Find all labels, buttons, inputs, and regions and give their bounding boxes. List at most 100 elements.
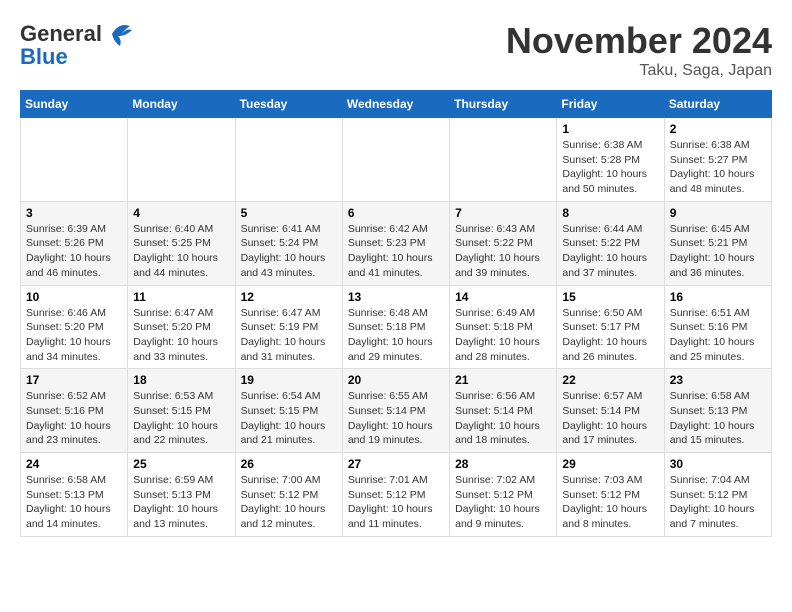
calendar-day-cell: 3Sunrise: 6:39 AM Sunset: 5:26 PM Daylig… — [21, 201, 128, 285]
day-number: 18 — [133, 373, 229, 387]
calendar-day-cell: 15 Sunrise: 6:50 AM Sunset: 5:17 PM Dayli… — [557, 285, 664, 369]
calendar-day-cell: 24 Sunrise: 6:58 AM Sunset: 5:13 PM Dayli… — [21, 453, 128, 537]
calendar-day-cell: 6Sunrise: 6:42 AM Sunset: 5:23 PM Daylig… — [342, 201, 449, 285]
day-info: Sunrise: 6:40 AM Sunset: 5:25 PM Dayligh… — [133, 222, 229, 281]
location: Taku, Saga, Japan — [506, 62, 772, 80]
day-info: Sunrise: 7:01 AM Sunset: 5:12 PM Dayligh… — [348, 473, 444, 532]
calendar-day-cell: 27 Sunrise: 7:01 AM Sunset: 5:12 PM Dayli… — [342, 453, 449, 537]
page-header: General Blue November 2024 Taku, Saga, J… — [20, 20, 772, 80]
calendar-day-cell: 28 Sunrise: 7:02 AM Sunset: 5:12 PM Dayli… — [450, 453, 557, 537]
weekday-header-cell: Tuesday — [235, 91, 342, 118]
logo: General Blue — [20, 20, 134, 70]
calendar-day-cell — [235, 118, 342, 202]
calendar-day-cell: 23 Sunrise: 6:58 AM Sunset: 5:13 PM Dayli… — [664, 369, 771, 453]
day-info: Sunrise: 6:48 AM Sunset: 5:18 PM Dayligh… — [348, 306, 444, 365]
day-number: 29 — [562, 457, 658, 471]
calendar-day-cell: 19 Sunrise: 6:54 AM Sunset: 5:15 PM Dayli… — [235, 369, 342, 453]
day-info: Sunrise: 6:38 AM Sunset: 5:28 PM Dayligh… — [562, 138, 658, 197]
weekday-header-cell: Friday — [557, 91, 664, 118]
day-info: Sunrise: 6:58 AM Sunset: 5:13 PM Dayligh… — [670, 389, 766, 448]
day-number: 21 — [455, 373, 551, 387]
day-info: Sunrise: 6:38 AM Sunset: 5:27 PM Dayligh… — [670, 138, 766, 197]
day-number: 3 — [26, 206, 122, 220]
day-number: 30 — [670, 457, 766, 471]
day-number: 20 — [348, 373, 444, 387]
weekday-header-cell: Sunday — [21, 91, 128, 118]
day-number: 5 — [241, 206, 337, 220]
day-number: 25 — [133, 457, 229, 471]
day-info: Sunrise: 6:59 AM Sunset: 5:13 PM Dayligh… — [133, 473, 229, 532]
day-number: 2 — [670, 122, 766, 136]
day-info: Sunrise: 6:54 AM Sunset: 5:15 PM Dayligh… — [241, 389, 337, 448]
calendar-day-cell: 7Sunrise: 6:43 AM Sunset: 5:22 PM Daylig… — [450, 201, 557, 285]
day-number: 28 — [455, 457, 551, 471]
day-info: Sunrise: 7:03 AM Sunset: 5:12 PM Dayligh… — [562, 473, 658, 532]
calendar-day-cell — [21, 118, 128, 202]
day-number: 1 — [562, 122, 658, 136]
title-block: November 2024 Taku, Saga, Japan — [506, 20, 772, 80]
day-info: Sunrise: 6:57 AM Sunset: 5:14 PM Dayligh… — [562, 389, 658, 448]
day-number: 11 — [133, 290, 229, 304]
day-number: 9 — [670, 206, 766, 220]
day-info: Sunrise: 7:04 AM Sunset: 5:12 PM Dayligh… — [670, 473, 766, 532]
day-number: 23 — [670, 373, 766, 387]
calendar-day-cell: 16 Sunrise: 6:51 AM Sunset: 5:16 PM Dayli… — [664, 285, 771, 369]
calendar-day-cell: 13 Sunrise: 6:48 AM Sunset: 5:18 PM Dayli… — [342, 285, 449, 369]
calendar-day-cell: 12 Sunrise: 6:47 AM Sunset: 5:19 PM Dayli… — [235, 285, 342, 369]
day-info: Sunrise: 7:00 AM Sunset: 5:12 PM Dayligh… — [241, 473, 337, 532]
day-info: Sunrise: 6:56 AM Sunset: 5:14 PM Dayligh… — [455, 389, 551, 448]
day-number: 13 — [348, 290, 444, 304]
day-info: Sunrise: 6:44 AM Sunset: 5:22 PM Dayligh… — [562, 222, 658, 281]
day-info: Sunrise: 7:02 AM Sunset: 5:12 PM Dayligh… — [455, 473, 551, 532]
day-info: Sunrise: 6:47 AM Sunset: 5:20 PM Dayligh… — [133, 306, 229, 365]
weekday-header-cell: Thursday — [450, 91, 557, 118]
day-info: Sunrise: 6:55 AM Sunset: 5:14 PM Dayligh… — [348, 389, 444, 448]
day-number: 8 — [562, 206, 658, 220]
day-number: 26 — [241, 457, 337, 471]
calendar-day-cell: 9 Sunrise: 6:45 AM Sunset: 5:21 PM Daylig… — [664, 201, 771, 285]
weekday-header-cell: Saturday — [664, 91, 771, 118]
calendar-day-cell: 11 Sunrise: 6:47 AM Sunset: 5:20 PM Dayli… — [128, 285, 235, 369]
logo-bird-icon — [104, 20, 134, 48]
day-info: Sunrise: 6:49 AM Sunset: 5:18 PM Dayligh… — [455, 306, 551, 365]
calendar-week-row: 1 Sunrise: 6:38 AM Sunset: 5:28 PM Daylig… — [21, 118, 772, 202]
day-number: 12 — [241, 290, 337, 304]
day-info: Sunrise: 6:43 AM Sunset: 5:22 PM Dayligh… — [455, 222, 551, 281]
calendar-table: SundayMondayTuesdayWednesdayThursdayFrid… — [20, 90, 772, 537]
calendar-day-cell: 22 Sunrise: 6:57 AM Sunset: 5:14 PM Dayli… — [557, 369, 664, 453]
calendar-week-row: 10Sunrise: 6:46 AM Sunset: 5:20 PM Dayli… — [21, 285, 772, 369]
calendar-day-cell: 17 Sunrise: 6:52 AM Sunset: 5:16 PM Dayli… — [21, 369, 128, 453]
day-number: 6 — [348, 206, 444, 220]
day-info: Sunrise: 6:58 AM Sunset: 5:13 PM Dayligh… — [26, 473, 122, 532]
day-info: Sunrise: 6:52 AM Sunset: 5:16 PM Dayligh… — [26, 389, 122, 448]
calendar-day-cell: 25 Sunrise: 6:59 AM Sunset: 5:13 PM Dayli… — [128, 453, 235, 537]
calendar-day-cell: 21 Sunrise: 6:56 AM Sunset: 5:14 PM Dayli… — [450, 369, 557, 453]
calendar-week-row: 24 Sunrise: 6:58 AM Sunset: 5:13 PM Dayli… — [21, 453, 772, 537]
day-info: Sunrise: 6:41 AM Sunset: 5:24 PM Dayligh… — [241, 222, 337, 281]
day-info: Sunrise: 6:50 AM Sunset: 5:17 PM Dayligh… — [562, 306, 658, 365]
calendar-day-cell: 26 Sunrise: 7:00 AM Sunset: 5:12 PM Dayli… — [235, 453, 342, 537]
calendar-day-cell: 10Sunrise: 6:46 AM Sunset: 5:20 PM Dayli… — [21, 285, 128, 369]
day-info: Sunrise: 6:46 AM Sunset: 5:20 PM Dayligh… — [26, 306, 122, 365]
calendar-day-cell: 1 Sunrise: 6:38 AM Sunset: 5:28 PM Daylig… — [557, 118, 664, 202]
day-number: 15 — [562, 290, 658, 304]
calendar-week-row: 17 Sunrise: 6:52 AM Sunset: 5:16 PM Dayli… — [21, 369, 772, 453]
day-number: 17 — [26, 373, 122, 387]
day-number: 24 — [26, 457, 122, 471]
calendar-body: 1 Sunrise: 6:38 AM Sunset: 5:28 PM Daylig… — [21, 118, 772, 537]
day-info: Sunrise: 6:45 AM Sunset: 5:21 PM Dayligh… — [670, 222, 766, 281]
month-title: November 2024 — [506, 20, 772, 62]
day-number: 27 — [348, 457, 444, 471]
day-number: 22 — [562, 373, 658, 387]
day-info: Sunrise: 6:53 AM Sunset: 5:15 PM Dayligh… — [133, 389, 229, 448]
day-number: 14 — [455, 290, 551, 304]
day-info: Sunrise: 6:47 AM Sunset: 5:19 PM Dayligh… — [241, 306, 337, 365]
calendar-day-cell — [128, 118, 235, 202]
day-number: 16 — [670, 290, 766, 304]
calendar-day-cell: 8 Sunrise: 6:44 AM Sunset: 5:22 PM Daylig… — [557, 201, 664, 285]
calendar-day-cell: 5 Sunrise: 6:41 AM Sunset: 5:24 PM Daylig… — [235, 201, 342, 285]
day-number: 19 — [241, 373, 337, 387]
calendar-day-cell — [342, 118, 449, 202]
calendar-day-cell: 14 Sunrise: 6:49 AM Sunset: 5:18 PM Dayli… — [450, 285, 557, 369]
day-info: Sunrise: 6:51 AM Sunset: 5:16 PM Dayligh… — [670, 306, 766, 365]
